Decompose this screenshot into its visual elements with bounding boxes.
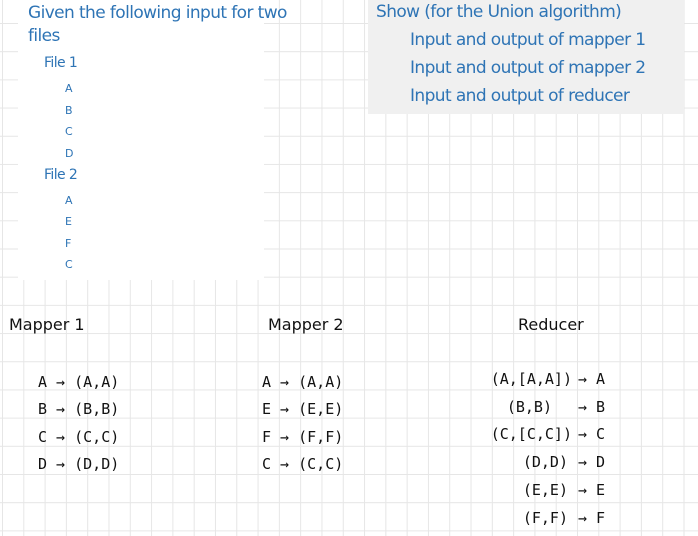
file-2-label: File 2 (44, 167, 78, 183)
task-item: Input and output of reducer (410, 86, 630, 106)
file-2-item: A (65, 194, 73, 207)
file-2-item: E (65, 215, 72, 228)
task-item: Input and output of mapper 1 (410, 30, 646, 50)
reducer-output: → D (578, 453, 606, 471)
file-2-item: C (65, 258, 73, 271)
mapper-1-row: D → (D,D) (38, 455, 120, 473)
file-1-item: A (65, 82, 73, 95)
mapper-2-row: C → (C,C) (262, 455, 344, 473)
file-1-item: C (65, 125, 73, 138)
reducer-input: (E,E) (522, 481, 568, 499)
reducer-input: (C,[C,C]) (490, 425, 572, 443)
mapper-2-row: A → (A,A) (262, 373, 344, 391)
file-1-label: File 1 (44, 55, 78, 71)
reducer-output: → C (578, 425, 606, 443)
reducer-input: (F,F) (522, 509, 568, 527)
reducer-output: → F (578, 509, 606, 527)
mapper-1-row: C → (C,C) (38, 428, 120, 446)
mapper-1-row: B → (B,B) (38, 400, 120, 418)
mapper-2-title: Mapper 2 (268, 315, 344, 334)
task-item: Input and output of mapper 2 (410, 58, 646, 78)
reducer-input: (D,D) (522, 453, 568, 471)
file-1-item: D (65, 147, 73, 160)
mapper-1-row: A → (A,A) (38, 373, 120, 391)
file-2-item: F (65, 237, 71, 250)
reducer-output: → A (578, 370, 606, 388)
reducer-input: (B,B) (506, 398, 552, 416)
reducer-output: → B (578, 398, 606, 416)
mapper-2-row: E → (E,E) (262, 400, 344, 418)
intro-line-2: files (28, 26, 60, 46)
mapper-1-title: Mapper 1 (9, 315, 85, 334)
intro-line-1: Given the following input for two (28, 3, 287, 23)
task-title: Show (for the Union algorithm) (376, 2, 622, 22)
mapper-2-row: F → (F,F) (262, 428, 344, 446)
reducer-title: Reducer (518, 315, 584, 334)
reducer-input: (A,[A,A]) (490, 370, 572, 388)
file-1-item: B (65, 104, 73, 117)
reducer-output: → E (578, 481, 606, 499)
